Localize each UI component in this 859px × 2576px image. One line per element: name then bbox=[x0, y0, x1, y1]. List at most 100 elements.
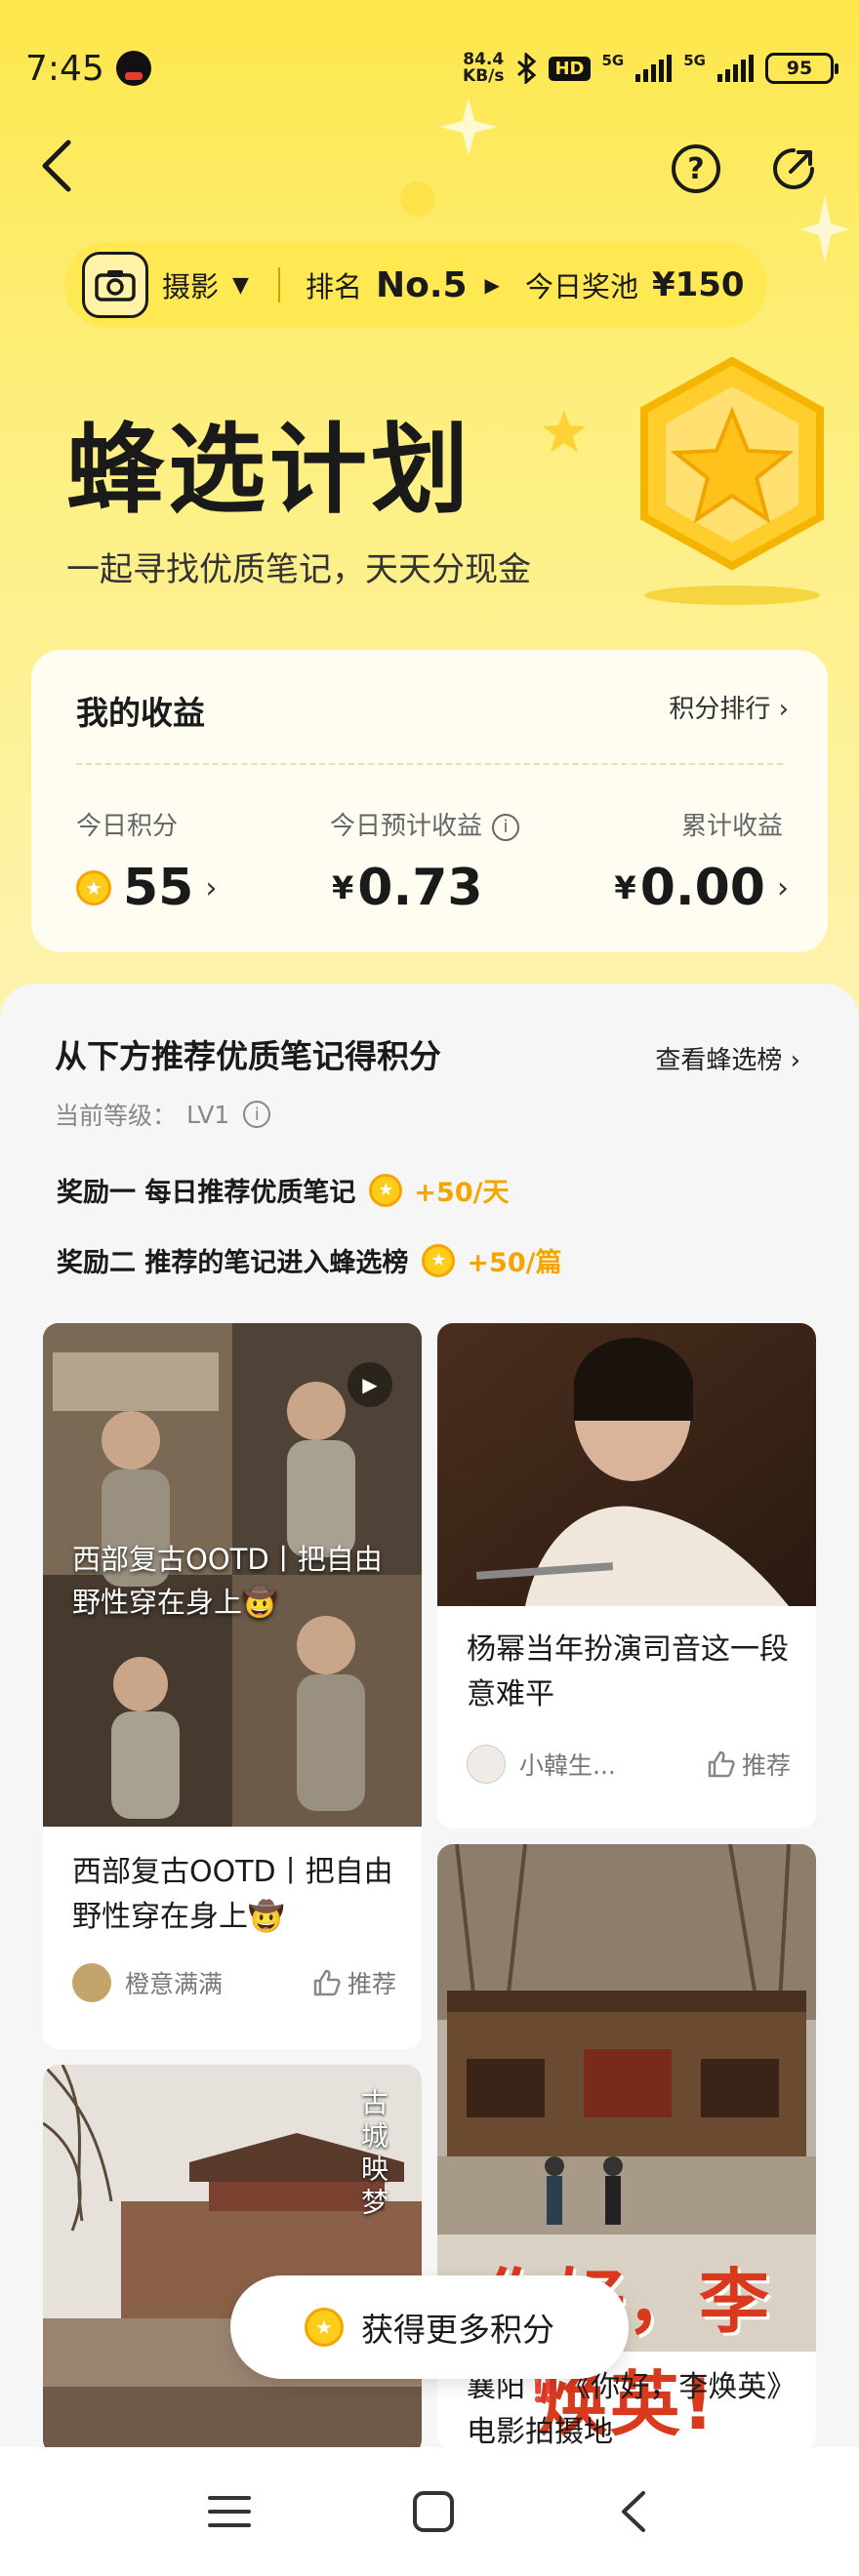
feed-title: 杨幂当年扮演司音这一段 意难平 bbox=[467, 1632, 789, 1711]
divider bbox=[277, 267, 280, 302]
rank-label: 排名 bbox=[305, 270, 362, 303]
est-income-value: 0.73 bbox=[357, 859, 483, 917]
chevron-right-icon: › bbox=[205, 870, 218, 906]
recommend-label: 推荐 bbox=[347, 1970, 396, 1998]
page-title: 蜂选计划 bbox=[66, 413, 472, 527]
signal-icon bbox=[717, 55, 754, 82]
points-ranking-link[interactable]: 积分排行 › bbox=[669, 689, 789, 725]
coin-icon: ★ bbox=[305, 2308, 344, 2347]
recommend-button[interactable]: 推荐 bbox=[707, 1747, 791, 1782]
recommend-button[interactable]: 推荐 bbox=[312, 1965, 396, 2000]
earnings-title: 我的收益 bbox=[76, 694, 205, 732]
status-icons: 84.4 KB/s HD 5G 5G 95 bbox=[463, 52, 839, 85]
video-play-icon: ▶ bbox=[348, 1362, 392, 1407]
chevron-right-icon: › bbox=[778, 695, 789, 724]
reward-bonus: +50/天 bbox=[414, 1178, 510, 1208]
reward-label: 奖励一 每日推荐优质笔记 bbox=[55, 1171, 358, 1209]
status-time: 7:45 bbox=[25, 48, 104, 89]
camera-icon bbox=[82, 252, 148, 318]
total-income-value: 0.00 bbox=[639, 859, 765, 917]
feed-card[interactable]: 杨幂当年扮演司音这一段 意难平 小韓生... 推荐 bbox=[437, 1323, 816, 1829]
level-label: 当前等级： bbox=[55, 1102, 178, 1130]
signal-icon bbox=[635, 55, 673, 82]
menu-icon[interactable] bbox=[206, 2492, 253, 2531]
system-nav-bar bbox=[0, 2447, 859, 2576]
dashed-divider bbox=[76, 763, 783, 765]
reward-row: 奖励二 推荐的笔记进入蜂选榜 ★ +50/篇 bbox=[55, 1241, 561, 1279]
feed-meta: 小韓生... 推荐 bbox=[467, 1745, 791, 1784]
feed-title: 西部复古OOTD丨把自由野性穿在身上🤠 bbox=[72, 1855, 393, 1934]
help-icon[interactable]: ? bbox=[672, 144, 720, 193]
category-rank-bar: 摄影 ▼ 排名 No.5 ▶ 今日奖池 ¥150 bbox=[64, 242, 767, 328]
chevron-right-icon: › bbox=[790, 1046, 800, 1075]
get-more-points-button[interactable]: ★ 获得更多积分 bbox=[230, 2275, 629, 2379]
info-icon[interactable]: i bbox=[492, 813, 520, 841]
battery-level: 95 bbox=[786, 58, 813, 79]
est-income-label: 今日预计收益 bbox=[330, 812, 483, 841]
today-points[interactable]: ★ 55 › bbox=[76, 859, 217, 917]
level-value: LV1 bbox=[186, 1100, 230, 1129]
feed-author: 小韓生... bbox=[519, 1751, 616, 1780]
thumbs-up-icon bbox=[708, 1751, 735, 1778]
currency-symbol: ¥ bbox=[614, 869, 636, 906]
coin-icon: ★ bbox=[369, 1173, 403, 1207]
feed-card[interactable]: 古城映梦 bbox=[43, 2065, 422, 2455]
coin-icon: ★ bbox=[422, 1243, 456, 1277]
bubble-decoration bbox=[400, 181, 435, 217]
home-icon[interactable] bbox=[411, 2489, 456, 2534]
total-income-label: 累计收益 bbox=[680, 812, 783, 841]
get-more-points-label: 获得更多积分 bbox=[361, 2311, 554, 2349]
back-nav-icon[interactable] bbox=[614, 2489, 653, 2534]
est-income-label-wrap: 今日预计收益 i bbox=[330, 806, 520, 842]
status-bar: 7:45 84.4 KB/s HD 5G 5G 95 bbox=[25, 39, 839, 98]
avatar bbox=[467, 1745, 506, 1784]
page-subtitle: 一起寻找优质笔记，天天分现金 bbox=[66, 550, 531, 589]
category-selector[interactable]: 摄影 bbox=[162, 264, 219, 305]
est-income: ¥ 0.73 bbox=[332, 859, 483, 917]
feed-author: 橙意满满 bbox=[125, 1970, 224, 1998]
info-icon[interactable]: i bbox=[243, 1101, 271, 1128]
pool-value: ¥150 bbox=[651, 265, 745, 304]
earnings-card: 我的收益 积分排行 › 今日积分 今日预计收益 i 累计收益 ★ 55 › ¥ 0… bbox=[31, 650, 828, 952]
poster-caption: 古城映梦 bbox=[357, 2088, 389, 2221]
hd-voice-icon: HD bbox=[549, 56, 591, 81]
net-speed: 84.4 KB/s bbox=[463, 52, 504, 85]
back-icon[interactable] bbox=[35, 137, 84, 195]
currency-symbol: ¥ bbox=[332, 869, 354, 906]
battery-icon: 95 bbox=[765, 53, 839, 84]
chevron-right-icon: › bbox=[777, 870, 789, 906]
total-income[interactable]: ¥ 0.00 › bbox=[614, 859, 789, 917]
reward-bonus: +50/篇 bbox=[467, 1248, 562, 1278]
feed-overlay-text: 西部复古OOTD丨把自由野性穿在身上🤠 bbox=[72, 1543, 383, 1619]
points-ranking-label: 积分排行 bbox=[669, 695, 771, 724]
coin-icon: ★ bbox=[76, 870, 111, 906]
qq-icon bbox=[115, 51, 151, 86]
recommend-label: 推荐 bbox=[741, 1751, 791, 1780]
sparkle-decoration bbox=[543, 410, 586, 453]
reward-row: 奖励一 每日推荐优质笔记 ★ +50/天 bbox=[55, 1171, 509, 1209]
current-level: 当前等级： LV1 i bbox=[55, 1097, 271, 1132]
sparkle-decoration bbox=[439, 98, 498, 156]
rank-value[interactable]: No.5 bbox=[376, 265, 468, 305]
bluetooth-icon bbox=[517, 53, 537, 84]
recommend-title: 从下方推荐优质笔记得积分 bbox=[55, 1037, 441, 1075]
reward-label: 奖励二 推荐的笔记进入蜂选榜 bbox=[55, 1241, 411, 1279]
view-ranking-link[interactable]: 查看蜂选榜 › bbox=[655, 1040, 800, 1076]
today-points-label: 今日积分 bbox=[76, 812, 179, 841]
feed-card[interactable]: ▶ 西部复古OOTD丨把自由野性穿在身上🤠 西部复古OOTD丨把自由野性穿在身上… bbox=[43, 1323, 422, 2049]
today-points-value: 55 bbox=[123, 859, 194, 917]
avatar bbox=[72, 1963, 111, 2002]
share-icon[interactable] bbox=[769, 144, 818, 193]
sim1-label: 5G bbox=[601, 52, 625, 69]
sparkle-decoration bbox=[800, 195, 849, 263]
star-medal-icon bbox=[640, 356, 824, 605]
view-ranking-label: 查看蜂选榜 bbox=[655, 1046, 783, 1075]
dropdown-triangle-icon[interactable]: ▼ bbox=[232, 273, 249, 298]
play-triangle-icon[interactable]: ▶ bbox=[485, 273, 500, 297]
pool-label: 今日奖池 bbox=[524, 270, 638, 303]
sim2-label: 5G bbox=[683, 52, 706, 69]
feed-image bbox=[437, 1323, 816, 1606]
net-speed-unit: KB/s bbox=[463, 66, 505, 86]
feed-meta: 橙意满满 推荐 bbox=[72, 1963, 396, 2002]
thumbs-up-icon bbox=[313, 1969, 341, 1996]
